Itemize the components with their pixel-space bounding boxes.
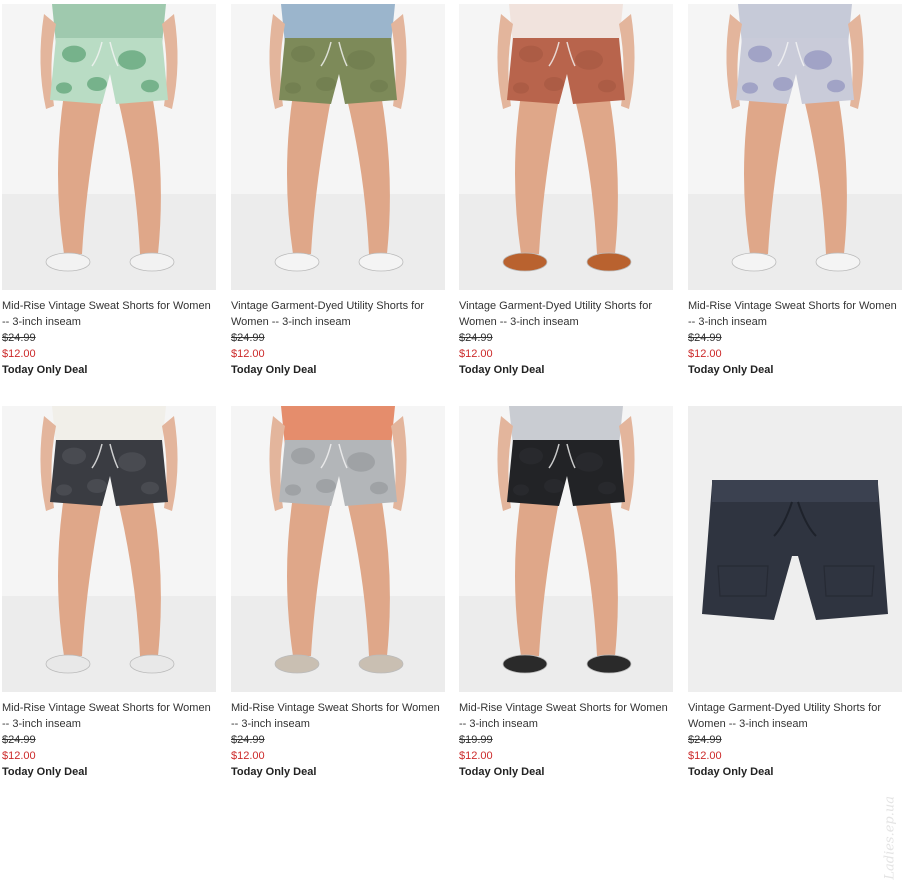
product-title-link[interactable]: Vintage Garment-Dyed Utility Shorts for … xyxy=(231,298,445,330)
product-info: Mid-Rise Vintage Sweat Shorts for Women … xyxy=(2,298,216,378)
deal-badge: Today Only Deal xyxy=(231,766,317,778)
sale-price: $12.00 xyxy=(459,750,493,762)
product-image[interactable] xyxy=(231,406,445,692)
deal-badge: Today Only Deal xyxy=(688,364,774,376)
sale-price: $12.00 xyxy=(459,348,493,360)
sale-price: $12.00 xyxy=(688,750,722,762)
watermark-text: Ladies.ep.ua xyxy=(883,796,898,880)
sale-price: $12.00 xyxy=(231,348,265,360)
original-price: $24.99 xyxy=(688,332,722,344)
product-info: Vintage Garment-Dyed Utility Shorts for … xyxy=(459,298,673,378)
deal-badge: Today Only Deal xyxy=(2,766,88,778)
product-title-link[interactable]: Vintage Garment-Dyed Utility Shorts for … xyxy=(688,700,902,732)
product-info: Mid-Rise Vintage Sweat Shorts for Women … xyxy=(688,298,902,378)
product-photo xyxy=(688,406,902,692)
product-title-link[interactable]: Mid-Rise Vintage Sweat Shorts for Women … xyxy=(231,700,445,732)
original-price: $24.99 xyxy=(459,332,493,344)
deal-badge: Today Only Deal xyxy=(688,766,774,778)
product-info: Vintage Garment-Dyed Utility Shorts for … xyxy=(231,298,445,378)
product-title-link[interactable]: Mid-Rise Vintage Sweat Shorts for Women … xyxy=(688,298,902,330)
product-photo xyxy=(459,406,673,692)
original-price: $24.99 xyxy=(2,332,36,344)
original-price: $24.99 xyxy=(231,734,265,746)
product-image[interactable] xyxy=(688,4,902,290)
deal-badge: Today Only Deal xyxy=(2,364,88,376)
product-image[interactable] xyxy=(459,4,673,290)
product-photo xyxy=(688,4,902,290)
product-photo xyxy=(2,406,216,692)
product-photo xyxy=(459,4,673,290)
product-title-link[interactable]: Mid-Rise Vintage Sweat Shorts for Women … xyxy=(459,700,673,732)
product-photo xyxy=(2,4,216,290)
sale-price: $12.00 xyxy=(688,348,722,360)
original-price: $19.99 xyxy=(459,734,493,746)
product-image[interactable] xyxy=(688,406,902,692)
sale-price: $12.00 xyxy=(2,348,36,360)
product-image[interactable] xyxy=(2,406,216,692)
product-image[interactable] xyxy=(231,4,445,290)
product-image[interactable] xyxy=(459,406,673,692)
original-price: $24.99 xyxy=(688,734,722,746)
product-photo xyxy=(231,406,445,692)
product-title-link[interactable]: Mid-Rise Vintage Sweat Shorts for Women … xyxy=(2,298,216,330)
deal-badge: Today Only Deal xyxy=(459,766,545,778)
original-price: $24.99 xyxy=(2,734,36,746)
sale-price: $12.00 xyxy=(2,750,36,762)
original-price: $24.99 xyxy=(231,332,265,344)
product-info: Mid-Rise Vintage Sweat Shorts for Women … xyxy=(459,700,673,780)
product-photo xyxy=(231,4,445,290)
sale-price: $12.00 xyxy=(231,750,265,762)
deal-badge: Today Only Deal xyxy=(231,364,317,376)
product-info: Vintage Garment-Dyed Utility Shorts for … xyxy=(688,700,902,780)
product-title-link[interactable]: Mid-Rise Vintage Sweat Shorts for Women … xyxy=(2,700,216,732)
deal-badge: Today Only Deal xyxy=(459,364,545,376)
product-image[interactable] xyxy=(2,4,216,290)
product-info: Mid-Rise Vintage Sweat Shorts for Women … xyxy=(2,700,216,780)
product-info: Mid-Rise Vintage Sweat Shorts for Women … xyxy=(231,700,445,780)
product-title-link[interactable]: Vintage Garment-Dyed Utility Shorts for … xyxy=(459,298,673,330)
